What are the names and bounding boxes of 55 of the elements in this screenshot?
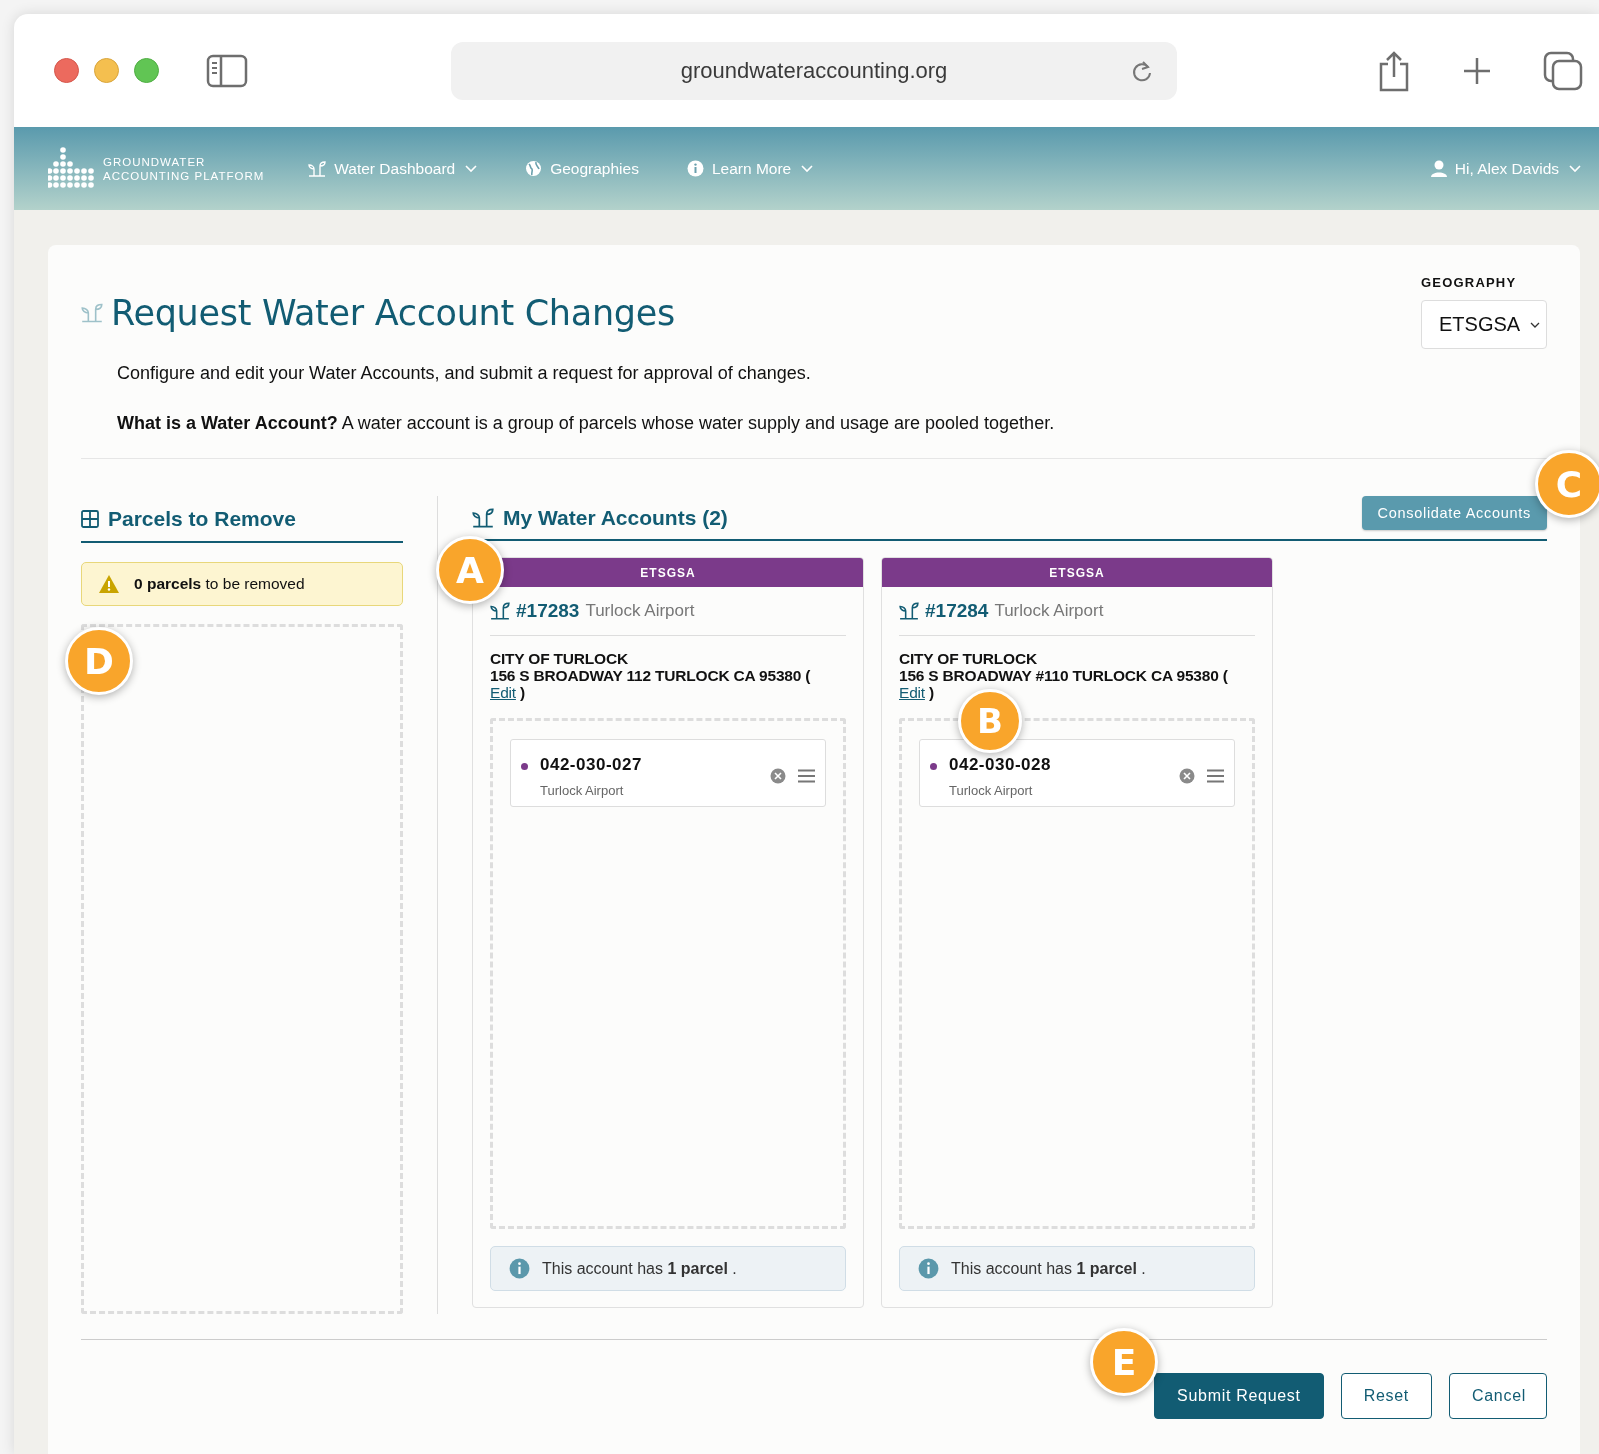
parcel-location: Turlock Airport xyxy=(540,782,625,798)
user-icon xyxy=(1430,160,1447,177)
address-bar[interactable]: groundwateraccounting.org xyxy=(451,41,1177,100)
account-number-link[interactable]: #17284 xyxy=(925,600,989,622)
close-button[interactable] xyxy=(54,58,79,83)
action-button[interactable]: Cancel xyxy=(1449,1373,1547,1419)
sprout-icon xyxy=(81,303,103,323)
tabs-icon[interactable] xyxy=(1543,50,1583,91)
summary-text: This account has 1 parcel . xyxy=(542,1259,737,1278)
remove-icon[interactable] xyxy=(770,768,786,784)
summary-text: This account has 1 parcel . xyxy=(951,1259,1146,1278)
account-name: Turlock Airport xyxy=(994,601,1104,621)
parcel-drop-zone[interactable]: 042-030-027 Turlock Airport xyxy=(490,718,846,1229)
edit-link[interactable]: Edit xyxy=(490,684,516,701)
parcel-number: 042-030-028 xyxy=(949,754,1052,775)
url-text: groundwateraccounting.org xyxy=(680,57,948,84)
warning-icon xyxy=(98,574,120,594)
geography-select[interactable]: ETSGSA xyxy=(1421,300,1547,349)
parcel-location: Turlock Airport xyxy=(949,782,1034,798)
globe-icon xyxy=(525,160,543,177)
intro-text: Configure and edit your Water Accounts, and submit a request for approval of changes. xyxy=(117,363,812,384)
drag-handle-icon[interactable] xyxy=(1207,769,1224,783)
info-icon xyxy=(686,160,704,177)
reload-icon[interactable] xyxy=(1131,58,1153,83)
edit-link[interactable]: Edit xyxy=(899,684,925,701)
page-title: Request Water Account Changes xyxy=(111,293,675,333)
section-title: My Water Accounts (2) xyxy=(503,505,728,530)
new-tab-icon[interactable] xyxy=(1463,56,1491,85)
parcel-item[interactable]: 042-030-027 Turlock Airport xyxy=(510,739,826,807)
submit-button[interactable]: Submit Request xyxy=(1154,1373,1324,1419)
zoom-button[interactable] xyxy=(134,58,159,83)
account-number-link[interactable]: #17283 xyxy=(516,600,580,622)
info-icon xyxy=(509,1258,530,1279)
drag-handle-icon[interactable] xyxy=(798,769,815,783)
caret-icon[interactable] xyxy=(1530,321,1540,328)
sidebar-icon[interactable] xyxy=(206,53,248,88)
parcel-item[interactable]: 042-030-028 Turlock Airport xyxy=(919,739,1235,807)
sprout-icon xyxy=(472,507,494,528)
sprout-icon xyxy=(490,602,510,620)
parcel-number: 042-030-027 xyxy=(540,754,643,775)
owner-address: CITY OF TURLOCK 156 S BROADWAY 112 TURLOCK CA 95380 ( Edit ) xyxy=(490,650,812,701)
geography-banner: ETSGSA xyxy=(882,558,1272,587)
definition-text: What is a Water Account? A water account is a group of parcels whose water supply and usage are pooled together. xyxy=(117,413,1055,434)
sprout-icon xyxy=(308,160,327,177)
grid-icon xyxy=(81,509,99,528)
account-name: Turlock Airport xyxy=(585,601,695,621)
action-button[interactable]: Reset xyxy=(1340,1373,1432,1419)
sprout-icon xyxy=(899,602,919,620)
geography-label: GEOGRAPHY xyxy=(1421,275,1518,290)
notice-text: 0 parcels to be removed xyxy=(134,575,305,593)
minimize-button[interactable] xyxy=(94,58,119,83)
info-icon xyxy=(918,1258,939,1279)
share-icon[interactable] xyxy=(1377,49,1411,92)
remove-icon[interactable] xyxy=(1179,768,1195,784)
section-title: Parcels to Remove xyxy=(108,506,296,531)
